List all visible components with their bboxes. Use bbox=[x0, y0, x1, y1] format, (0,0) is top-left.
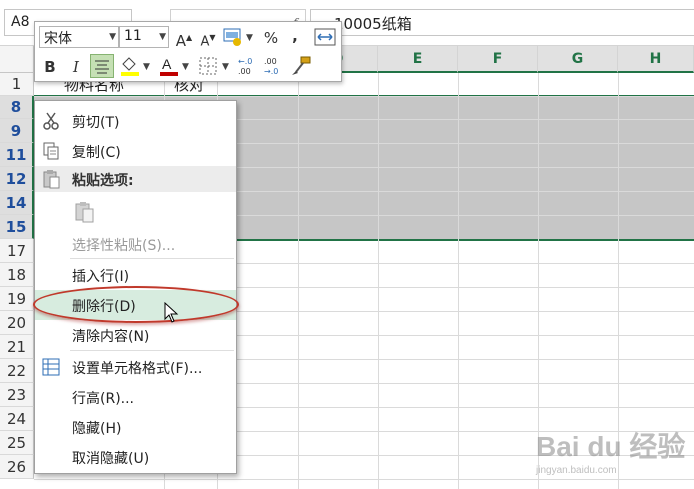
percent-button[interactable]: % bbox=[261, 26, 281, 50]
increase-decimal-icon: ←.0 .00 bbox=[238, 57, 252, 76]
svg-text:A: A bbox=[162, 56, 172, 72]
row-header-11[interactable]: 11 bbox=[0, 143, 34, 167]
paste-option-button[interactable] bbox=[35, 194, 236, 230]
svg-text:▼: ▼ bbox=[143, 62, 150, 72]
format-painter-icon bbox=[292, 56, 311, 75]
menu-item-format-cells[interactable]: 设置单元格格式(F)... bbox=[35, 352, 236, 382]
mini-toolbar: 宋体 ▼ 11 ▼ A▲ A▼ ▼ % , B I ▼ A ▼ ▼ ←.0 .0… bbox=[34, 21, 342, 82]
column-header-E[interactable]: E bbox=[378, 46, 458, 73]
mouse-cursor-icon bbox=[164, 302, 179, 323]
copy-icon bbox=[43, 142, 59, 160]
grow-font-button[interactable]: A▲ bbox=[174, 26, 194, 50]
row-header-21[interactable]: 21 bbox=[0, 335, 34, 359]
menu-item-label: 插入行(I) bbox=[72, 269, 130, 285]
menu-item-label: 隐藏(H) bbox=[72, 421, 122, 437]
font-color-button[interactable]: A ▼ bbox=[157, 54, 193, 78]
increase-decimal-button[interactable]: ←.0 .00 bbox=[237, 54, 261, 78]
menu-item-row-height[interactable]: 行高(R)... bbox=[35, 382, 236, 412]
svg-text:.00: .00 bbox=[264, 57, 277, 66]
row-header-26[interactable]: 26 bbox=[0, 455, 34, 479]
row-header-19[interactable]: 19 bbox=[0, 287, 34, 311]
svg-text:→.0: →.0 bbox=[264, 67, 278, 76]
borders-icon: ▼ bbox=[199, 57, 229, 75]
svg-text:▼: ▼ bbox=[182, 62, 189, 72]
row-header-18[interactable]: 18 bbox=[0, 263, 34, 287]
svg-text:←.0: ←.0 bbox=[238, 57, 252, 66]
bold-button[interactable]: B bbox=[39, 55, 61, 79]
row-header-20[interactable]: 20 bbox=[0, 311, 34, 335]
align-center-icon bbox=[95, 60, 109, 74]
number-format-button[interactable]: ▼ bbox=[222, 25, 256, 49]
chevron-down-icon: ▼ bbox=[159, 32, 166, 42]
menu-item-label: 行高(R)... bbox=[72, 391, 135, 407]
font-size-select[interactable]: 11 ▼ bbox=[119, 26, 169, 48]
decrease-decimal-icon: .00 →.0 bbox=[264, 57, 278, 76]
italic-button[interactable]: I bbox=[65, 55, 87, 79]
wrap-text-button[interactable] bbox=[313, 25, 337, 49]
column-header-F[interactable]: F bbox=[458, 46, 538, 73]
svg-text:.00: .00 bbox=[238, 67, 251, 76]
accounting-format-icon: ▼ bbox=[223, 28, 253, 46]
row-header-22[interactable]: 22 bbox=[0, 359, 34, 383]
font-color-icon: A ▼ bbox=[160, 56, 189, 76]
menu-item-label: 取消隐藏(U) bbox=[72, 451, 150, 467]
svg-text:▼: ▼ bbox=[222, 62, 229, 72]
grow-font-icon: A bbox=[175, 32, 187, 50]
row-header-1[interactable]: 1 bbox=[0, 73, 34, 96]
menu-item-paste-special: 选择性粘贴(S)... bbox=[35, 229, 236, 259]
watermark-url: jingyan.baidu.com bbox=[536, 465, 617, 476]
column-header-G[interactable]: G bbox=[538, 46, 618, 73]
scissors-icon bbox=[43, 112, 59, 130]
highlight-ellipse bbox=[33, 286, 239, 323]
select-all-corner[interactable] bbox=[0, 46, 34, 73]
row-header-23[interactable]: 23 bbox=[0, 383, 34, 407]
menu-item-hide[interactable]: 隐藏(H) bbox=[35, 412, 236, 442]
align-center-button[interactable] bbox=[90, 54, 114, 78]
menu-item-label: 选择性粘贴(S)... bbox=[72, 238, 176, 254]
decrease-decimal-button[interactable]: .00 →.0 bbox=[263, 54, 287, 78]
shrink-font-button[interactable]: A▼ bbox=[198, 26, 218, 50]
column-header-H[interactable]: H bbox=[618, 46, 694, 73]
menu-header-label: 粘贴选项: bbox=[72, 173, 134, 189]
chevron-down-icon: ▼ bbox=[109, 32, 116, 42]
row-header-17[interactable]: 17 bbox=[0, 239, 34, 263]
menu-item-label: 剪切(T) bbox=[72, 115, 120, 131]
svg-text:▼: ▼ bbox=[246, 33, 253, 43]
menu-separator bbox=[70, 350, 234, 351]
menu-item-unhide[interactable]: 取消隐藏(U) bbox=[35, 442, 236, 472]
borders-button[interactable]: ▼ bbox=[197, 54, 233, 78]
font-name-value: 宋体 bbox=[44, 31, 72, 47]
menu-item-copy[interactable]: 复制(C) bbox=[35, 136, 236, 166]
menu-separator bbox=[70, 258, 234, 259]
watermark-logo: Bai du 经验 bbox=[536, 431, 686, 462]
format-painter-button[interactable] bbox=[289, 54, 313, 78]
formula-input[interactable]: …10005纸箱 bbox=[310, 9, 694, 36]
row-header-14[interactable]: 14 bbox=[0, 191, 34, 215]
menu-item-label: 复制(C) bbox=[72, 145, 121, 161]
font-size-value: 11 bbox=[124, 28, 142, 44]
paste-icon bbox=[43, 170, 60, 189]
row-header-8[interactable]: 8 bbox=[0, 96, 34, 119]
row-header-15[interactable]: 15 bbox=[0, 215, 34, 239]
menu-item-clear-contents[interactable]: 清除内容(N) bbox=[35, 320, 236, 350]
row-header-12[interactable]: 12 bbox=[0, 167, 34, 191]
menu-item-label: 设置单元格格式(F)... bbox=[72, 361, 203, 377]
baidu-watermark: Bai du 经验 jingyan.baidu.com bbox=[536, 425, 686, 485]
autofit-column-icon bbox=[314, 28, 336, 46]
paste-option-icon bbox=[75, 202, 94, 223]
menu-item-label: 清除内容(N) bbox=[72, 329, 150, 345]
font-name-select[interactable]: 宋体 ▼ bbox=[39, 26, 119, 48]
menu-header-paste-options: 粘贴选项: bbox=[35, 166, 236, 192]
comma-style-button[interactable]: , bbox=[287, 24, 303, 48]
menu-item-cut[interactable]: 剪切(T) bbox=[35, 106, 236, 136]
paint-bucket-icon: ▼ bbox=[121, 57, 150, 76]
row-header-9[interactable]: 9 bbox=[0, 119, 34, 143]
format-cells-icon bbox=[42, 358, 60, 376]
fill-color-button[interactable]: ▼ bbox=[118, 54, 154, 78]
row-header-24[interactable]: 24 bbox=[0, 407, 34, 431]
row-header-25[interactable]: 25 bbox=[0, 431, 34, 455]
